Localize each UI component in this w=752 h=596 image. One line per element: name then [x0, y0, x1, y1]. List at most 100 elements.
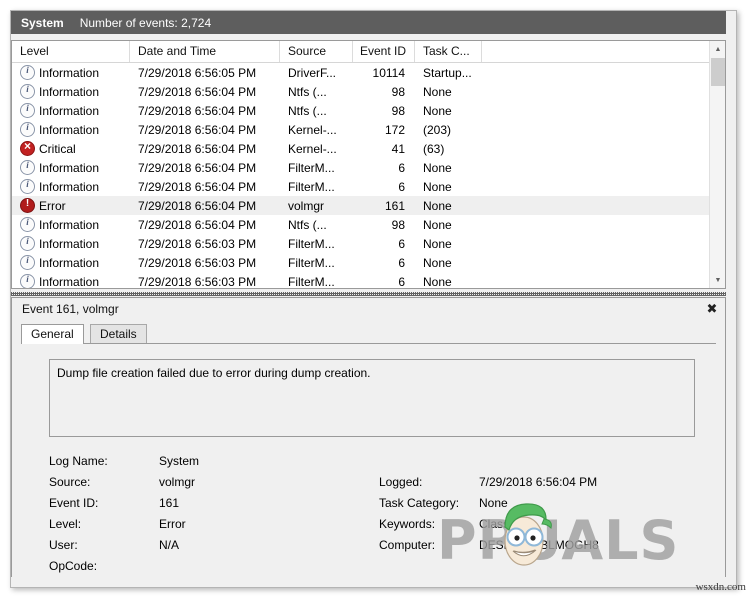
- cell-task: None: [423, 255, 452, 270]
- cell-level: Information: [12, 274, 130, 288]
- property-label: Log Name:: [49, 454, 108, 468]
- cell-level: Critical: [12, 141, 130, 156]
- events-vertical-scrollbar[interactable]: ▲ ▼: [709, 41, 725, 288]
- level-label: Information: [39, 122, 100, 137]
- property-row: Event ID: 161 Task Category: None: [49, 496, 708, 517]
- table-row[interactable]: Information 7/29/2018 6:56:05 PM DriverF..…: [12, 63, 725, 82]
- cell-source: FilterM...: [288, 160, 335, 175]
- event-count-label: Number of events: 2,724: [79, 15, 212, 30]
- cell-source: FilterM...: [288, 274, 335, 289]
- cell-task: None: [423, 236, 452, 251]
- cell-task: None: [423, 84, 452, 99]
- tab-details[interactable]: Details: [90, 324, 147, 344]
- property-value: N/A: [159, 538, 180, 552]
- detail-tabstrip: General Details: [21, 324, 716, 344]
- property-label: Source:: [49, 475, 91, 489]
- property-label: Level:: [49, 517, 82, 531]
- cell-date: 7/29/2018 6:56:03 PM: [138, 274, 257, 289]
- critical-icon: [20, 141, 35, 156]
- column-header-source[interactable]: Source: [280, 41, 353, 62]
- event-message-text: Dump file creation failed due to error d…: [57, 366, 371, 380]
- cell-level: Information: [12, 179, 130, 194]
- property-value: volmgr: [159, 475, 196, 489]
- cell-date: 7/29/2018 6:56:04 PM: [138, 160, 257, 175]
- scrollbar-thumb[interactable]: [711, 58, 725, 86]
- property-value: System: [159, 454, 200, 468]
- cell-source: DriverF...: [288, 65, 336, 80]
- table-row[interactable]: Information 7/29/2018 6:56:04 PM Ntfs (...…: [12, 82, 725, 101]
- detail-title-label: Event 161, volmgr: [22, 302, 119, 316]
- column-header-level[interactable]: Level: [12, 41, 130, 62]
- table-row[interactable]: Critical 7/29/2018 6:56:04 PM Kernel-... 41…: [12, 139, 725, 158]
- info-icon: [20, 236, 35, 251]
- scroll-down-arrow-icon[interactable]: ▼: [710, 272, 725, 288]
- close-icon[interactable]: ✖: [703, 300, 721, 318]
- cell-source: volmgr: [288, 198, 325, 213]
- column-header-eid[interactable]: Event ID: [353, 41, 415, 62]
- table-row[interactable]: Information 7/29/2018 6:56:04 PM Ntfs (...…: [12, 101, 725, 120]
- detail-tab-content: Dump file creation failed due to error d…: [21, 343, 716, 577]
- error-icon: [20, 198, 35, 213]
- table-row[interactable]: Information 7/29/2018 6:56:04 PM FilterM..…: [12, 158, 725, 177]
- cell-date: 7/29/2018 6:56:04 PM: [138, 103, 257, 118]
- cell-eid: 6: [398, 179, 405, 194]
- column-header-date[interactable]: Date and Time: [130, 41, 280, 62]
- table-row[interactable]: Information 7/29/2018 6:56:04 PM Kernel-..…: [12, 120, 725, 139]
- cell-source: Kernel-...: [288, 141, 337, 156]
- cell-date: 7/29/2018 6:56:04 PM: [138, 141, 257, 156]
- cell-source: Ntfs (...: [288, 103, 327, 118]
- cell-level: Information: [12, 255, 130, 270]
- cell-date: 7/29/2018 6:56:04 PM: [138, 198, 257, 213]
- cell-task: None: [423, 160, 452, 175]
- level-label: Information: [39, 103, 100, 118]
- events-row-container[interactable]: Information 7/29/2018 6:56:05 PM DriverF..…: [12, 63, 725, 288]
- cell-level: Information: [12, 103, 130, 118]
- level-label: Information: [39, 65, 100, 80]
- cell-level: Information: [12, 122, 130, 137]
- column-header-task[interactable]: Task C...: [415, 41, 482, 62]
- cell-level: Information: [12, 236, 130, 251]
- cell-task: (63): [423, 141, 445, 156]
- scroll-up-arrow-icon[interactable]: ▲: [710, 41, 725, 57]
- table-row[interactable]: Information 7/29/2018 6:56:03 PM FilterM..…: [12, 253, 725, 272]
- property-label: User:: [49, 538, 78, 552]
- cell-eid: 172: [384, 122, 405, 137]
- info-icon: [20, 65, 35, 80]
- cell-source: Ntfs (...: [288, 217, 327, 232]
- info-icon: [20, 103, 35, 118]
- property-value: None: [479, 496, 508, 510]
- table-row[interactable]: Information 7/29/2018 6:56:03 PM FilterM..…: [12, 272, 725, 288]
- property-label: OpCode:: [49, 559, 98, 573]
- table-row[interactable]: Information 7/29/2018 6:56:04 PM FilterM..…: [12, 177, 725, 196]
- cell-date: 7/29/2018 6:56:03 PM: [138, 236, 257, 251]
- cell-eid: 41: [391, 141, 405, 156]
- cell-eid: 98: [391, 217, 405, 232]
- cell-source: FilterM...: [288, 255, 335, 270]
- tab-general[interactable]: General: [21, 324, 84, 344]
- info-icon: [20, 84, 35, 99]
- level-label: Information: [39, 84, 100, 99]
- property-row: OpCode:: [49, 559, 708, 580]
- cell-source: FilterM...: [288, 179, 335, 194]
- property-value: DESKTOP-BLMOGH8: [479, 538, 599, 552]
- table-row[interactable]: Information 7/29/2018 6:56:03 PM FilterM..…: [12, 234, 725, 253]
- table-row[interactable]: Error 7/29/2018 6:56:04 PM volmgr 161 None: [12, 196, 725, 215]
- cell-eid: 98: [391, 84, 405, 99]
- event-detail-panel: Event 161, volmgr ✖ General Details Dump …: [11, 297, 726, 577]
- detail-title-bar: Event 161, volmgr: [12, 298, 725, 320]
- site-credit-label: wsxdn.com: [695, 581, 746, 593]
- cell-eid: 10114: [372, 65, 405, 80]
- cell-level: Information: [12, 160, 130, 175]
- cell-task: None: [423, 103, 452, 118]
- info-icon: [20, 217, 35, 232]
- cell-task: None: [423, 274, 452, 289]
- cell-eid: 6: [398, 160, 405, 175]
- property-label: Logged:: [379, 475, 423, 489]
- cell-date: 7/29/2018 6:56:04 PM: [138, 179, 257, 194]
- table-row[interactable]: Information 7/29/2018 6:56:04 PM Ntfs (...…: [12, 215, 725, 234]
- events-column-header[interactable]: Level Date and Time Source Event ID Task C..…: [12, 41, 725, 63]
- cell-task: Startup...: [423, 65, 472, 80]
- cell-task: (203): [423, 122, 452, 137]
- splitter-grip: [11, 292, 726, 296]
- property-value: Error: [159, 517, 186, 531]
